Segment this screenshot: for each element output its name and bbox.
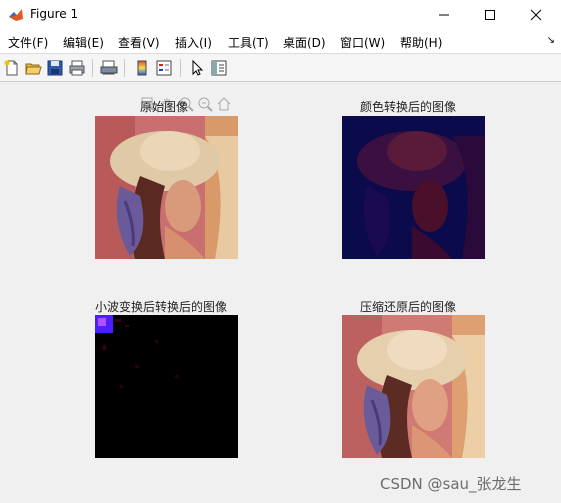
toolbar-separator bbox=[92, 59, 93, 77]
image-color-converted bbox=[342, 116, 485, 259]
save-icon[interactable] bbox=[46, 59, 64, 77]
watermark-text: CSDN @sau_张龙生 bbox=[380, 475, 522, 493]
minimize-button[interactable] bbox=[421, 0, 467, 30]
plot-title-wavelet: 小波变换后转换后的图像 bbox=[95, 300, 228, 314]
plot-title-original: 原始图像 bbox=[140, 100, 189, 114]
menu-tools[interactable]: 工具(T) bbox=[228, 34, 269, 51]
menu-desktop[interactable]: 桌面(D) bbox=[283, 34, 326, 51]
matlab-icon bbox=[9, 9, 23, 21]
title-bar: Figure 1 bbox=[0, 0, 561, 30]
window-title: Figure 1 bbox=[30, 7, 79, 21]
menu-bar: 文件(F) 编辑(E) 查看(V) 插入(I) 工具(T) 桌面(D) 窗口(W… bbox=[0, 30, 561, 54]
zoom-out-icon[interactable] bbox=[197, 96, 213, 112]
image-original bbox=[95, 116, 238, 259]
minimize-icon bbox=[439, 14, 449, 16]
print-preview-icon[interactable] bbox=[100, 59, 118, 77]
maximize-icon bbox=[485, 10, 495, 20]
legend-icon[interactable] bbox=[155, 59, 173, 77]
menu-insert[interactable]: 插入(I) bbox=[175, 34, 212, 51]
colorbar-icon[interactable] bbox=[133, 59, 151, 77]
menu-window[interactable]: 窗口(W) bbox=[340, 34, 385, 51]
menu-overflow-icon[interactable]: ↘ bbox=[547, 35, 555, 46]
property-inspector-icon[interactable] bbox=[210, 59, 228, 77]
edit-plot-arrow-icon[interactable] bbox=[188, 59, 206, 77]
open-file-icon[interactable] bbox=[24, 59, 42, 77]
menu-edit[interactable]: 编辑(E) bbox=[63, 34, 104, 51]
home-icon[interactable] bbox=[216, 96, 232, 112]
toolbar bbox=[0, 54, 561, 82]
maximize-button[interactable] bbox=[467, 0, 513, 30]
print-icon[interactable] bbox=[68, 59, 86, 77]
toolbar-separator bbox=[124, 59, 125, 77]
menu-help[interactable]: 帮助(H) bbox=[400, 34, 442, 51]
close-button[interactable] bbox=[513, 0, 559, 30]
menu-view[interactable]: 查看(V) bbox=[118, 34, 160, 51]
toolbar-separator bbox=[180, 59, 181, 77]
plot-title-color-converted: 颜色转换后的图像 bbox=[360, 100, 457, 114]
close-icon bbox=[530, 9, 542, 21]
plot-title-restored: 压缩还原后的图像 bbox=[360, 300, 457, 314]
image-wavelet bbox=[95, 315, 238, 458]
new-figure-icon[interactable] bbox=[3, 59, 21, 77]
menu-file[interactable]: 文件(F) bbox=[8, 34, 48, 51]
image-restored bbox=[342, 315, 485, 458]
